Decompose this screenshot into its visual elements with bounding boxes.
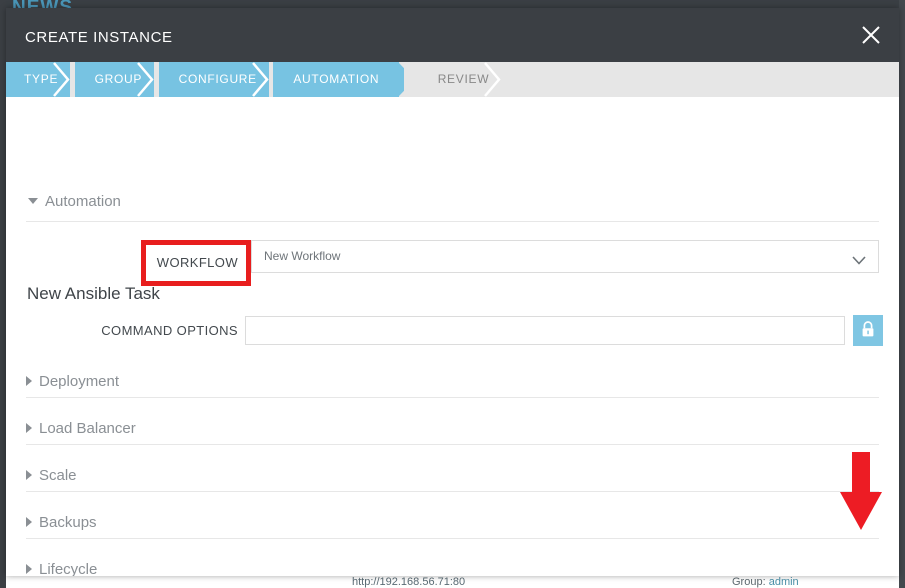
wizard-step-automation[interactable]: AUTOMATION <box>273 62 399 97</box>
divider <box>26 444 879 445</box>
chevron-right-icon <box>26 470 32 480</box>
chevron-right-icon <box>26 564 32 574</box>
wizard-step-configure[interactable]: CONFIGURE <box>159 62 269 97</box>
workflow-select-value: New Workflow <box>264 249 340 263</box>
background-instance-url: http://192.168.56.71:80 <box>352 576 465 588</box>
background-instance-group: Group: admin <box>732 576 799 588</box>
wizard-step-type[interactable]: TYPE <box>6 62 70 97</box>
chevron-down-icon <box>28 198 38 204</box>
wizard-step-label: GROUP <box>95 72 143 86</box>
chevron-right-icon <box>26 517 32 527</box>
wizard-step-label: AUTOMATION <box>293 72 379 86</box>
chevron-right-icon <box>26 376 32 386</box>
divider <box>26 538 879 539</box>
create-instance-modal: CREATE INSTANCE TYPE GROUP CONFIGURE <box>6 8 899 576</box>
modal-header: CREATE INSTANCE <box>6 8 899 62</box>
accordion-label: Load Balancer <box>39 420 136 437</box>
divider <box>26 397 879 398</box>
lock-icon <box>860 321 876 341</box>
accordion-label: Backups <box>39 514 97 531</box>
command-options-input[interactable] <box>245 316 845 345</box>
accordion-label: Lifecycle <box>39 561 97 576</box>
background-group-label: Group: <box>732 576 766 588</box>
accordion-label: Deployment <box>39 373 119 390</box>
modal-title: CREATE INSTANCE <box>25 29 173 46</box>
chevron-right-icon <box>26 423 32 433</box>
accordion-lifecycle[interactable]: Lifecycle <box>26 561 879 576</box>
wizard-step-label: TYPE <box>24 72 58 86</box>
accordion-load-balancer[interactable]: Load Balancer <box>26 420 879 437</box>
modal-body: Automation WORKFLOW New Workflow New Ans… <box>6 97 899 576</box>
wizard-step-label: CONFIGURE <box>179 72 257 86</box>
command-options-label: COMMAND OPTIONS <box>66 323 238 338</box>
workflow-label: WORKFLOW <box>155 255 238 270</box>
divider <box>26 491 879 492</box>
close-icon[interactable] <box>855 19 887 51</box>
wizard-step-label: REVIEW <box>438 72 490 86</box>
accordion-deployment[interactable]: Deployment <box>26 373 879 390</box>
automation-section-header[interactable]: Automation <box>28 193 121 210</box>
chevron-down-icon <box>852 252 866 270</box>
wizard-steps: TYPE GROUP CONFIGURE AUTOMATION REVIEW <box>6 62 899 97</box>
workflow-select[interactable]: New Workflow <box>251 240 879 273</box>
ansible-task-heading: New Ansible Task <box>27 284 160 304</box>
accordion-scale[interactable]: Scale <box>26 467 879 484</box>
divider <box>26 221 879 222</box>
lock-icon-button[interactable] <box>853 315 883 346</box>
background-group-value: admin <box>769 576 799 588</box>
accordion-label: Scale <box>39 467 77 484</box>
accordion-backups[interactable]: Backups <box>26 514 879 531</box>
background-right-edge <box>899 0 905 588</box>
wizard-step-group[interactable]: GROUP <box>75 62 155 97</box>
automation-section-label: Automation <box>45 193 121 210</box>
wizard-step-review[interactable]: REVIEW <box>404 62 502 97</box>
